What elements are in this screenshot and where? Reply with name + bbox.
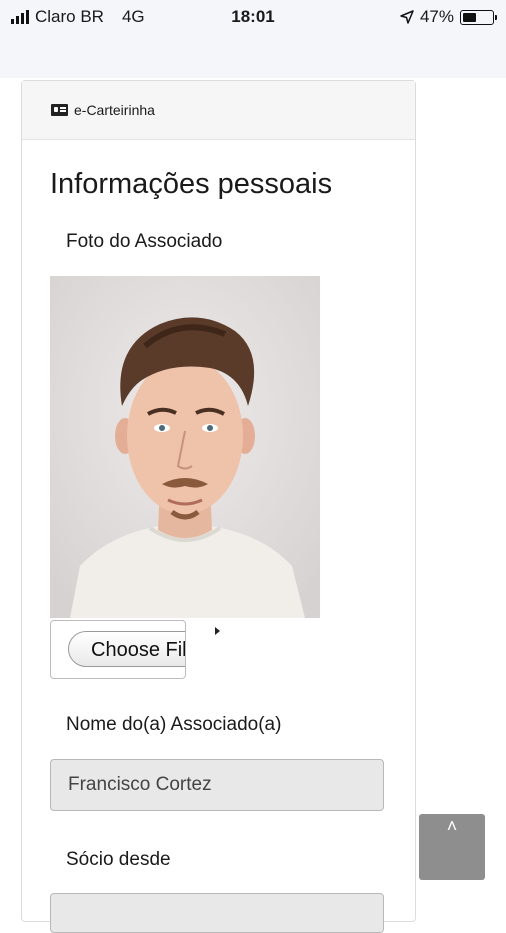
- photo-label: Foto do Associado: [66, 231, 223, 252]
- file-input[interactable]: Choose File: [50, 620, 186, 679]
- member-since-field[interactable]: [50, 893, 384, 933]
- battery-icon: [460, 9, 497, 25]
- member-photo: [50, 276, 320, 618]
- choose-file-button[interactable]: Choose File: [68, 631, 185, 667]
- status-right: 47%: [400, 7, 497, 27]
- battery-fill: [463, 12, 476, 22]
- status-bar: Claro BR 4G 18:01 47%: [0, 0, 506, 78]
- card-header: e-Carteirinha: [22, 81, 415, 140]
- caret-right-icon: [215, 627, 220, 635]
- id-card-icon: [51, 104, 68, 116]
- scroll-to-top-button[interactable]: ˄: [419, 814, 485, 880]
- battery-percent: 47%: [419, 7, 454, 26]
- section-title: Informações pessoais: [50, 168, 333, 200]
- portrait-image: [50, 276, 320, 618]
- location-arrow-icon: [400, 10, 414, 24]
- chevron-up-icon: ˄: [446, 816, 458, 836]
- profile-card: e-Carteirinha Informações pessoais Foto …: [21, 80, 416, 933]
- name-field[interactable]: Francisco Cortez: [50, 759, 384, 811]
- member-since-label: Sócio desde: [66, 849, 171, 870]
- name-label: Nome do(a) Associado(a): [66, 714, 282, 735]
- card-title: e-Carteirinha: [74, 102, 155, 118]
